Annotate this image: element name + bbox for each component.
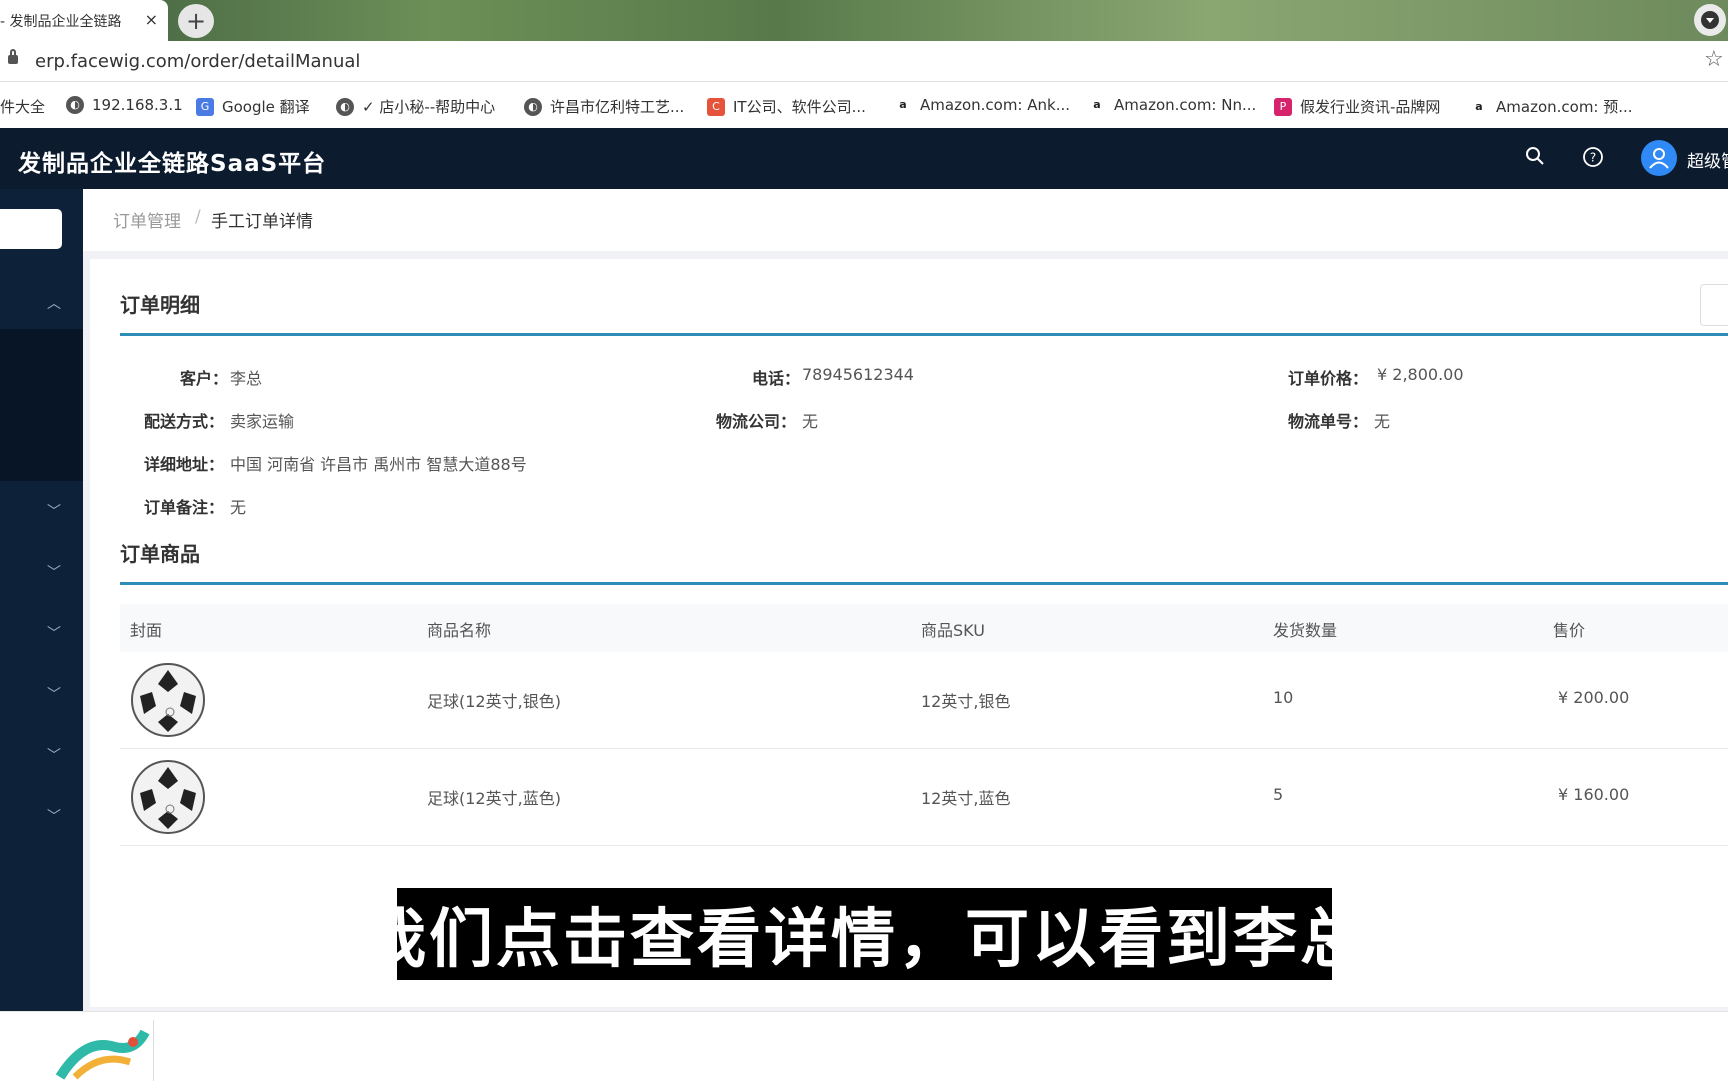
table-header: 封面 商品名称 商品SKU 发货数量 售价: [120, 604, 1728, 652]
chevron-down-icon[interactable]: ﹀: [44, 806, 64, 826]
order-goods-title: 订单商品: [120, 542, 200, 566]
product-name: 足球(12英寸,银色): [427, 692, 561, 711]
column-header: 封面: [130, 621, 163, 640]
shipping-value: 卖家运输: [230, 412, 295, 431]
bookmark-item[interactable]: ◐ ✓ 店小秘--帮助中心: [336, 96, 495, 117]
p-logo-icon: P: [1274, 97, 1292, 116]
chevron-down-icon[interactable]: ﹀: [44, 501, 64, 521]
bookmark-item[interactable]: C IT公司、软件公司...: [707, 96, 866, 117]
order-detail-title: 订单明细: [120, 293, 200, 317]
sale-price: ¥ 200.00: [1558, 688, 1630, 707]
column-header: 发货数量: [1273, 621, 1338, 640]
back-button[interactable]: [1700, 284, 1728, 326]
sale-price: ¥ 160.00: [1558, 785, 1630, 804]
chevron-down-icon[interactable]: ﹀: [44, 684, 64, 704]
app-title: 发制品企业全链路SaaS平台: [18, 151, 327, 177]
address-bar: erp.facewig.com/order/detailManual ☆: [0, 41, 1728, 82]
logo-icon: [55, 1029, 150, 1080]
order-price-value: ¥ 2,800.00: [1377, 365, 1464, 384]
order-price-label: 订单价格：: [1288, 369, 1369, 388]
svg-text:?: ?: [1590, 151, 1596, 165]
customer-label: 客户：: [180, 369, 229, 388]
globe-icon: ◐: [336, 97, 354, 116]
phone-value: 78945612344: [802, 365, 914, 384]
column-header: 商品SKU: [921, 621, 985, 640]
tracking-value: 无: [1374, 412, 1391, 431]
search-icon[interactable]: [1523, 146, 1547, 170]
table-row: 足球(12英寸,银色) 12英寸,银色 10 ¥ 200.00: [120, 652, 1728, 749]
column-header: 商品名称: [427, 621, 492, 640]
logistics-label: 物流公司：: [716, 412, 797, 431]
sidebar-search-input[interactable]: [0, 209, 62, 249]
new-tab-button[interactable]: +: [178, 4, 214, 38]
ship-quantity: 5: [1273, 785, 1284, 804]
url-field[interactable]: erp.facewig.com/order/detailManual: [35, 51, 360, 72]
app-header: 发制品企业全链路SaaS平台 ? 超级管: [0, 128, 1728, 189]
chevron-up-icon[interactable]: ︿: [44, 293, 64, 313]
table-row: 足球(12英寸,蓝色) 12英寸,蓝色 5 ¥ 160.00: [120, 749, 1728, 846]
breadcrumb-current: 手工订单详情: [211, 212, 313, 232]
address-value: 中国 河南省 许昌市 禹州市 智慧大道88号: [230, 455, 527, 474]
product-name: 足球(12英寸,蓝色): [427, 789, 561, 808]
remark-value: 无: [230, 498, 247, 517]
tab-close-icon[interactable]: ×: [145, 10, 158, 29]
username[interactable]: 超级管: [1687, 147, 1728, 172]
globe-icon: ◐: [524, 97, 542, 116]
sidebar-submenu[interactable]: [0, 329, 83, 481]
amazon-icon: a: [1088, 96, 1106, 114]
logistics-value: 无: [802, 412, 819, 431]
browser-profile-icon[interactable]: [1694, 4, 1726, 36]
bookmark-item[interactable]: a Amazon.com: Nn...: [1088, 96, 1256, 114]
section-divider: [120, 333, 1728, 336]
product-cover-image: [131, 663, 205, 737]
product-sku: 12英寸,银色: [921, 692, 1011, 711]
phone-label: 电话：: [752, 369, 801, 388]
bookmark-item[interactable]: G Google 翻译: [196, 96, 310, 117]
divider: [153, 1020, 154, 1081]
bookmark-star-icon[interactable]: ☆: [1704, 47, 1724, 72]
chevron-down-icon[interactable]: ﹀: [44, 623, 64, 643]
column-header: 售价: [1553, 621, 1586, 640]
shipping-label: 配送方式：: [144, 412, 225, 431]
product-cover-image: [131, 760, 205, 834]
amazon-icon: a: [894, 96, 912, 114]
bookmark-item[interactable]: a Amazon.com: Ank...: [894, 96, 1070, 114]
bookmark-item[interactable]: ◐ 许昌市亿利特工艺...: [524, 96, 684, 117]
chevron-down-icon[interactable]: ﹀: [44, 562, 64, 582]
bookmark-item[interactable]: P 假发行业资讯-品牌网: [1274, 96, 1440, 117]
product-sku: 12英寸,蓝色: [921, 789, 1011, 808]
section-divider: [120, 582, 1728, 585]
breadcrumb-parent[interactable]: 订单管理: [113, 207, 181, 232]
ship-quantity: 10: [1273, 688, 1294, 707]
bookmark-item[interactable]: ◐ 192.168.3.1: [66, 96, 183, 114]
translate-icon: G: [196, 97, 214, 116]
breadcrumb: 订单管理 / 手工订单详情: [83, 189, 1728, 251]
browser-tab-strip: - 发制品企业全链路 × +: [0, 0, 1728, 41]
chevron-down-icon[interactable]: ﹀: [44, 745, 64, 765]
bottom-bar: [0, 1011, 1728, 1081]
globe-icon: ◐: [66, 96, 84, 114]
bookmark-item[interactable]: a Amazon.com: 预...: [1470, 96, 1633, 117]
c-logo-icon: C: [707, 97, 725, 116]
video-subtitle: 我们点击查看详情，可以看到李总: [362, 888, 1364, 980]
bookmark-item[interactable]: 件大全: [0, 96, 45, 117]
browser-tab[interactable]: - 发制品企业全链路 ×: [0, 0, 168, 41]
amazon-icon: a: [1470, 97, 1488, 116]
address-label: 详细地址：: [144, 455, 225, 474]
breadcrumb-separator: /: [195, 207, 201, 227]
sidebar: ︿ ﹀ ﹀ ﹀ ﹀ ﹀ ﹀: [0, 189, 83, 1011]
tracking-label: 物流单号：: [1288, 412, 1369, 431]
avatar[interactable]: [1641, 140, 1677, 176]
bookmarks-bar: 件大全 ◐ 192.168.3.1 G Google 翻译 ◐ ✓ 店小秘--帮助中心…: [0, 82, 1728, 129]
remark-label: 订单备注：: [144, 498, 225, 517]
tab-title: - 发制品企业全链路: [0, 13, 122, 30]
help-icon[interactable]: ?: [1581, 146, 1605, 170]
lock-icon[interactable]: [8, 49, 18, 64]
customer-value: 李总: [230, 369, 263, 388]
